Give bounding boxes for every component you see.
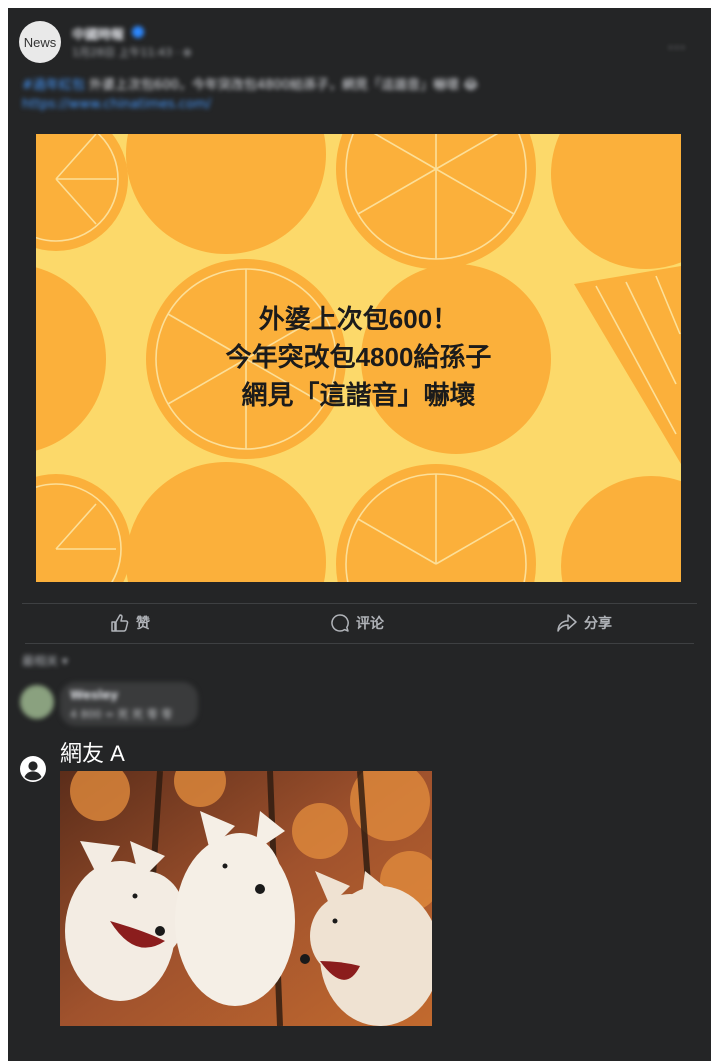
image-headline: 外婆上次包600！ 今年突改包4800給孫子 網見「這諧音」嚇壞 bbox=[36, 300, 681, 414]
verified-badge-icon bbox=[132, 26, 144, 38]
headline-line: 今年突改包4800給孫子 bbox=[225, 342, 492, 372]
comment-author-name[interactable]: 網友 A bbox=[60, 736, 125, 768]
post-body-text: 外婆上次包600，今年突改包4800給孫子，網見「這諧音」嚇壞 😂 bbox=[89, 78, 479, 93]
divider bbox=[25, 643, 694, 644]
comment-author[interactable]: Wesley bbox=[70, 688, 118, 702]
more-options-icon[interactable]: ··· bbox=[668, 38, 686, 57]
laughing-wolves-image[interactable] bbox=[60, 771, 432, 1026]
comment-button[interactable]: 评论 bbox=[330, 612, 384, 634]
post-card: News 中國時報 1月28日 上午11:43 · ⊕ ··· #過年紅包 外婆… bbox=[8, 8, 711, 1061]
post-hashtag[interactable]: #過年紅包 bbox=[22, 78, 85, 93]
share-label: 分享 bbox=[584, 616, 612, 632]
user-profile-icon[interactable] bbox=[20, 756, 46, 782]
comment-bubble-icon bbox=[331, 614, 349, 632]
comment-sort-dropdown[interactable]: 最相关 ▾ bbox=[22, 652, 68, 669]
post-link[interactable]: https://www.chinatimes.com/ bbox=[22, 95, 642, 114]
post-text: #過年紅包 外婆上次包600，今年突改包4800給孫子，網見「這諧音」嚇壞 😂 … bbox=[22, 76, 642, 114]
headline-line: 網見「這諧音」嚇壞 bbox=[241, 380, 476, 410]
avatar-label: News bbox=[23, 34, 57, 50]
thumbs-up-icon bbox=[111, 614, 129, 632]
comment-label: 评论 bbox=[356, 616, 384, 632]
comment-text: 4 800 = 死 死 零 零 bbox=[70, 708, 173, 721]
commenter-avatar[interactable] bbox=[20, 685, 54, 719]
headline-line: 外婆上次包600！ bbox=[258, 304, 459, 334]
share-button[interactable]: 分享 bbox=[556, 612, 612, 634]
divider bbox=[22, 603, 697, 604]
wolves-photo bbox=[60, 771, 432, 1026]
comment-bubble: Wesley 4 800 = 死 死 零 零 bbox=[60, 682, 198, 726]
like-button[interactable]: 赞 bbox=[110, 612, 150, 634]
like-label: 赞 bbox=[136, 616, 150, 632]
share-arrow-icon bbox=[557, 614, 577, 632]
page-avatar[interactable]: News bbox=[19, 21, 61, 63]
post-image[interactable]: 外婆上次包600！ 今年突改包4800給孫子 網見「這諧音」嚇壞 bbox=[36, 134, 681, 582]
page-name[interactable]: 中國時報 bbox=[72, 24, 124, 43]
post-timestamp[interactable]: 1月28日 上午11:43 · ⊕ bbox=[72, 44, 192, 60]
